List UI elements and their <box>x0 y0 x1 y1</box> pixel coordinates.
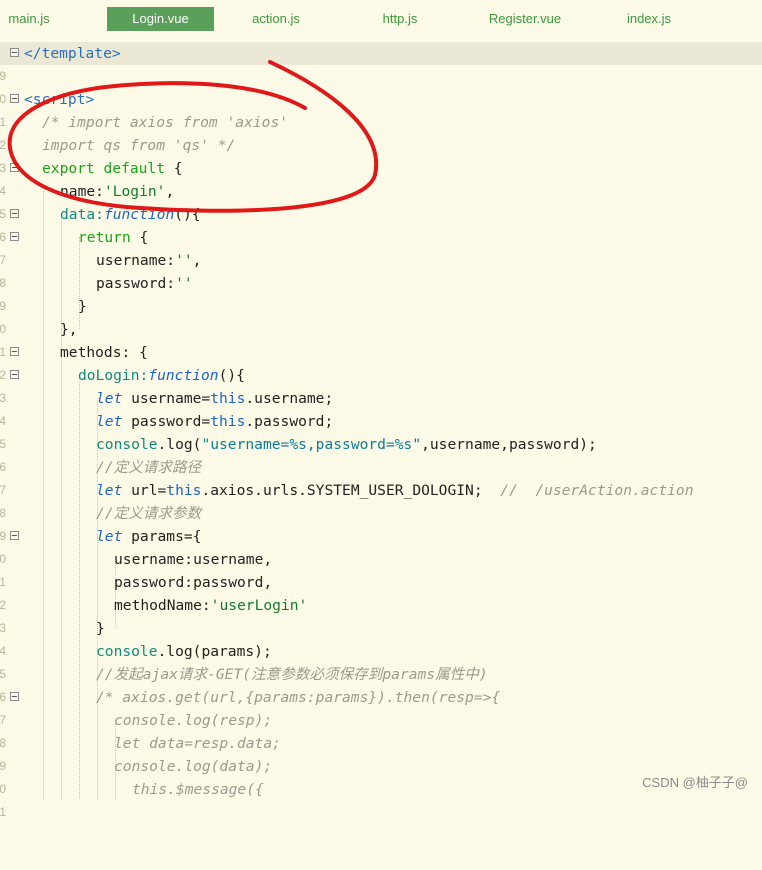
watermark-text: CSDN @柚子子@ <box>642 775 748 790</box>
fold-toggle-icon[interactable] <box>10 94 19 103</box>
code-line[interactable]: 4 export default { <box>0 157 762 198</box>
line-content: name:'Login', <box>60 183 175 200</box>
code-line[interactable]: 6 console.log("username=%s,password=%s",… <box>0 433 762 474</box>
code-line[interactable]: 2 /* import axios from 'axios' <box>0 111 762 152</box>
code-line[interactable]: 8 console.log(resp); <box>0 709 762 750</box>
line-content: password:password, <box>114 574 273 591</box>
code-line[interactable]: 1 username:username, <box>0 548 762 589</box>
line-content: let url=this.axios.urls.SYSTEM_USER_DOLO… <box>96 482 694 499</box>
code-line[interactable]: 9 </template> <box>0 42 762 83</box>
line-content: } <box>96 620 105 637</box>
line-content: methods: { <box>60 344 148 361</box>
tab-login-vue[interactable]: Login.vue <box>107 7 214 31</box>
code-line[interactable]: 1 }, <box>0 318 762 359</box>
line-content: password:'' <box>96 275 193 292</box>
fold-toggle-icon[interactable] <box>10 209 19 218</box>
code-line[interactable]: 5 let password=this.password; <box>0 410 762 451</box>
code-line[interactable]: 8 let url=this.axios.urls.SYSTEM_USER_DO… <box>0 479 762 520</box>
line-content: </template> <box>24 45 121 62</box>
line-content: } <box>78 298 87 315</box>
editor-tab-bar: main.js Login.vue action.js http.js Regi… <box>0 0 762 37</box>
code-line[interactable]: 3 methodName:'userLogin' <box>0 594 762 635</box>
line-content: console.log(data); <box>114 758 273 775</box>
code-line[interactable]: 4 } <box>0 617 762 658</box>
line-content: //发起ajax请求-GET(注意参数必须保存到params属性中) <box>96 666 488 683</box>
code-line[interactable]: 9 let data=resp.data; <box>0 732 762 773</box>
line-content: let username=this.username; <box>96 390 334 407</box>
code-line[interactable]: 6 //发起ajax请求-GET(注意参数必须保存到params属性中) <box>0 663 762 704</box>
line-content: /* import axios from 'axios' <box>42 114 289 131</box>
fold-toggle-icon[interactable] <box>10 232 19 241</box>
code-line[interactable]: 7 //定义请求路径 <box>0 456 762 497</box>
line-number: 1 <box>0 805 6 819</box>
tab-index-js[interactable]: index.js <box>614 7 684 31</box>
code-line[interactable]: 2 password:password, <box>0 571 762 612</box>
code-editor[interactable]: 9 </template> 0 1 <script> 2 /* import a… <box>0 41 762 819</box>
fold-toggle-icon[interactable] <box>10 531 19 540</box>
fold-toggle-icon[interactable] <box>10 347 19 356</box>
line-content: console.log(resp); <box>114 712 273 729</box>
code-line[interactable]: 7 /* axios.get(url,{params:params}).then… <box>0 686 762 727</box>
line-content: //定义请求参数 <box>96 505 202 522</box>
line-content: return { <box>78 229 149 246</box>
code-line[interactable]: 9 password:'' <box>0 272 762 313</box>
code-line[interactable]: 1 <script> <box>0 88 762 129</box>
code-line[interactable]: 4 let username=this.username; <box>0 387 762 428</box>
line-content: username:username, <box>114 551 273 568</box>
line-content: console.log("username=%s,password=%s",us… <box>96 436 597 453</box>
code-line[interactable]: 5 console.log(params); <box>0 640 762 681</box>
fold-toggle-icon[interactable] <box>10 48 19 57</box>
line-content: /* axios.get(url,{params:params}).then(r… <box>96 689 501 706</box>
fold-toggle-icon[interactable] <box>10 692 19 701</box>
line-content: console.log(params); <box>96 643 272 660</box>
line-content: let data=resp.data; <box>114 735 281 752</box>
code-line[interactable]: 5 name:'Login', <box>0 180 762 221</box>
code-line[interactable]: 0 <box>0 65 762 106</box>
code-line[interactable]: 8 username:'', <box>0 249 762 290</box>
line-content: methodName:'userLogin' <box>114 597 308 614</box>
code-line[interactable]: 2 methods: { <box>0 341 762 382</box>
line-content: export default { <box>42 160 183 177</box>
line-content: let params={ <box>96 528 202 545</box>
tab-http-js[interactable]: http.js <box>365 7 435 31</box>
line-content: data:function(){ <box>60 206 201 223</box>
line-content: doLogin:function(){ <box>78 367 245 384</box>
code-line[interactable]: 6 data:function(){ <box>0 203 762 244</box>
line-content: this.$message({ <box>132 781 264 798</box>
code-line[interactable]: 0 } <box>0 295 762 336</box>
code-line[interactable]: 3 import qs from 'qs' */ <box>0 134 762 175</box>
code-line[interactable]: 7 return { <box>0 226 762 267</box>
fold-toggle-icon[interactable] <box>10 163 19 172</box>
line-content: username:'', <box>96 252 202 269</box>
fold-toggle-icon[interactable] <box>10 370 19 379</box>
line-content: import qs from 'qs' */ <box>42 137 236 154</box>
tab-action-js[interactable]: action.js <box>238 7 314 31</box>
code-line[interactable]: 3 doLogin:function(){ <box>0 364 762 405</box>
tab-register-vue[interactable]: Register.vue <box>478 7 572 31</box>
line-content: let password=this.password; <box>96 413 334 430</box>
line-content: <script> <box>24 91 95 108</box>
code-line[interactable]: 9 //定义请求参数 <box>0 502 762 543</box>
code-line[interactable]: 0 let params={ <box>0 525 762 566</box>
tab-main-js[interactable]: main.js <box>0 7 58 31</box>
line-content: }, <box>60 321 78 338</box>
line-content: //定义请求路径 <box>96 459 202 476</box>
